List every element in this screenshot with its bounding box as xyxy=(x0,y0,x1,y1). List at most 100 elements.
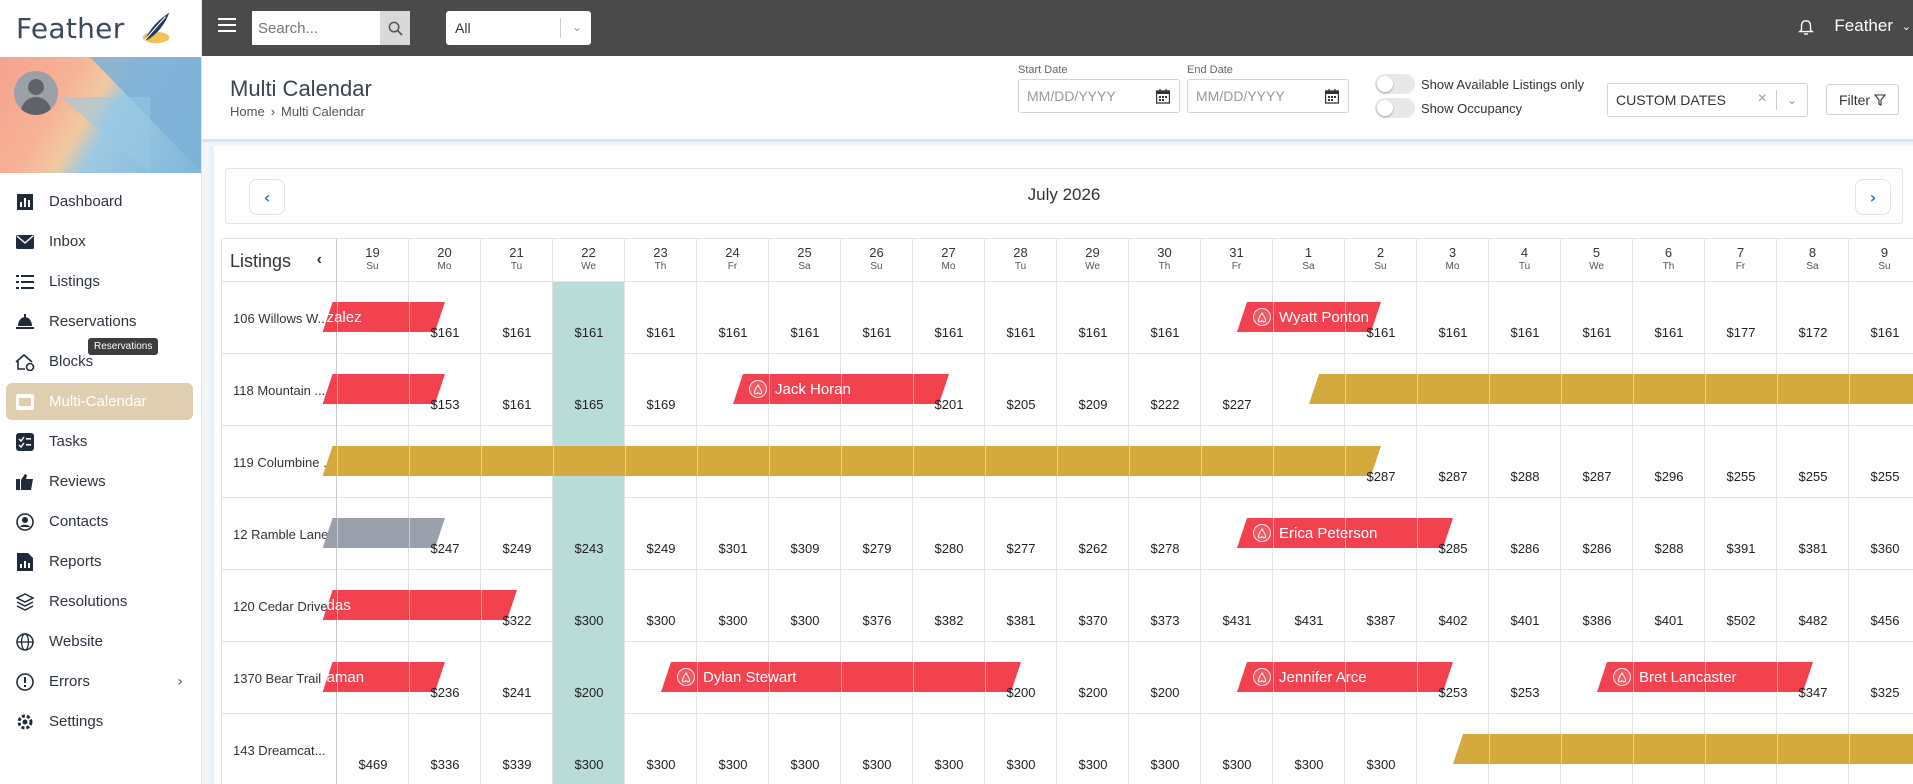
chevron-down-icon[interactable]: ⌄ xyxy=(1787,93,1797,107)
day-cell[interactable] xyxy=(1777,498,1849,570)
sidebar-item-reservations[interactable]: Reservations xyxy=(6,303,193,340)
day-cell[interactable] xyxy=(481,714,553,784)
calendar-icon[interactable] xyxy=(1156,89,1170,104)
owner-block-bar[interactable] xyxy=(1309,374,1913,404)
day-cell[interactable] xyxy=(1489,570,1561,642)
day-cell[interactable] xyxy=(1561,498,1633,570)
day-cell[interactable] xyxy=(769,498,841,570)
sidebar-item-contacts[interactable]: Contacts xyxy=(6,503,193,540)
day-cell[interactable] xyxy=(337,714,409,784)
day-cell[interactable] xyxy=(553,714,625,784)
listing-name[interactable]: 119 Columbine ... xyxy=(221,426,337,498)
day-cell[interactable] xyxy=(697,498,769,570)
day-cell[interactable] xyxy=(1057,354,1129,426)
day-cell[interactable] xyxy=(1129,498,1201,570)
sidebar-item-resolutions[interactable]: Resolutions xyxy=(6,583,193,620)
day-cell[interactable] xyxy=(481,642,553,714)
day-cell[interactable] xyxy=(1633,282,1705,354)
day-cell[interactable] xyxy=(1057,498,1129,570)
day-cell[interactable] xyxy=(1129,354,1201,426)
day-cell[interactable] xyxy=(769,570,841,642)
day-cell[interactable] xyxy=(1201,570,1273,642)
available-only-toggle-row[interactable]: Show Available Listings only xyxy=(1375,74,1584,94)
day-cell[interactable] xyxy=(697,570,769,642)
sidebar-item-dashboard[interactable]: Dashboard xyxy=(6,183,193,220)
listing-name[interactable]: 1370 Bear Trail xyxy=(221,642,337,714)
available-only-toggle[interactable] xyxy=(1375,74,1415,94)
day-cell[interactable] xyxy=(1345,570,1417,642)
sidebar-item-inbox[interactable]: Inbox xyxy=(6,223,193,260)
day-cell[interactable] xyxy=(1201,354,1273,426)
day-cell[interactable] xyxy=(625,282,697,354)
menu-icon[interactable] xyxy=(218,18,236,32)
listing-name[interactable]: 12 Ramble Lane xyxy=(221,498,337,570)
day-cell[interactable] xyxy=(841,570,913,642)
filter-button[interactable]: Filter xyxy=(1826,84,1899,115)
day-cell[interactable] xyxy=(553,642,625,714)
day-cell[interactable] xyxy=(913,282,985,354)
day-cell[interactable] xyxy=(1705,570,1777,642)
day-cell[interactable] xyxy=(1561,426,1633,498)
day-cell[interactable] xyxy=(769,714,841,784)
day-cell[interactable] xyxy=(553,570,625,642)
day-cell[interactable] xyxy=(625,570,697,642)
day-cell[interactable] xyxy=(481,354,553,426)
day-cell[interactable] xyxy=(841,714,913,784)
day-cell[interactable] xyxy=(841,282,913,354)
breadcrumb-home[interactable]: Home xyxy=(230,104,265,119)
day-cell[interactable] xyxy=(1561,570,1633,642)
search-input[interactable] xyxy=(252,11,380,45)
day-cell[interactable] xyxy=(1201,714,1273,784)
listing-name[interactable]: 118 Mountain ... xyxy=(221,354,337,426)
day-cell[interactable] xyxy=(409,714,481,784)
day-cell[interactable] xyxy=(1489,642,1561,714)
day-cell[interactable] xyxy=(625,498,697,570)
day-cell[interactable] xyxy=(1129,570,1201,642)
listing-name[interactable]: 143 Dreamcat... xyxy=(221,714,337,784)
brand[interactable]: Feather xyxy=(0,0,201,56)
day-cell[interactable] xyxy=(841,498,913,570)
day-cell[interactable] xyxy=(481,282,553,354)
day-cell[interactable] xyxy=(481,498,553,570)
day-cell[interactable] xyxy=(553,354,625,426)
day-cell[interactable] xyxy=(1705,498,1777,570)
sidebar-item-listings[interactable]: Listings xyxy=(6,263,193,300)
day-cell[interactable] xyxy=(1633,426,1705,498)
scope-select[interactable]: All ⌄ xyxy=(446,11,591,45)
day-cell[interactable] xyxy=(1129,714,1201,784)
day-cell[interactable] xyxy=(1777,426,1849,498)
day-cell[interactable] xyxy=(1633,570,1705,642)
day-cell[interactable] xyxy=(985,570,1057,642)
day-cell[interactable] xyxy=(1849,426,1913,498)
day-cell[interactable] xyxy=(1849,282,1913,354)
day-cell[interactable] xyxy=(1345,714,1417,784)
day-cell[interactable] xyxy=(625,354,697,426)
user-menu[interactable]: Feather xyxy=(1834,16,1893,36)
day-cell[interactable] xyxy=(985,354,1057,426)
day-cell[interactable] xyxy=(1849,498,1913,570)
listing-name[interactable]: 106 Willows W... xyxy=(221,282,337,354)
day-cell[interactable] xyxy=(1417,282,1489,354)
sidebar-item-multi-calendar[interactable]: Multi-Calendar xyxy=(6,383,193,420)
day-cell[interactable] xyxy=(1561,282,1633,354)
day-cell[interactable] xyxy=(553,282,625,354)
day-cell[interactable] xyxy=(1705,426,1777,498)
sidebar-item-tasks[interactable]: Tasks xyxy=(6,423,193,460)
owner-block-bar[interactable] xyxy=(323,446,1381,476)
clear-icon[interactable]: × xyxy=(1758,90,1767,108)
day-cell[interactable] xyxy=(1273,714,1345,784)
avatar[interactable] xyxy=(14,71,58,115)
day-cell[interactable] xyxy=(1489,282,1561,354)
day-cell[interactable] xyxy=(1705,282,1777,354)
start-date-field[interactable]: MM/DD/YYYY xyxy=(1018,79,1180,113)
day-cell[interactable] xyxy=(985,282,1057,354)
occupancy-toggle-row[interactable]: Show Occupancy xyxy=(1375,98,1522,118)
day-cell[interactable] xyxy=(913,714,985,784)
occupancy-toggle[interactable] xyxy=(1375,98,1415,118)
calendar-icon[interactable] xyxy=(1325,89,1339,104)
owner-block-bar[interactable] xyxy=(1453,734,1913,764)
day-cell[interactable] xyxy=(1129,282,1201,354)
chevron-down-icon[interactable]: ⌄ xyxy=(1902,20,1911,33)
day-cell[interactable] xyxy=(1057,714,1129,784)
day-cell[interactable] xyxy=(697,282,769,354)
